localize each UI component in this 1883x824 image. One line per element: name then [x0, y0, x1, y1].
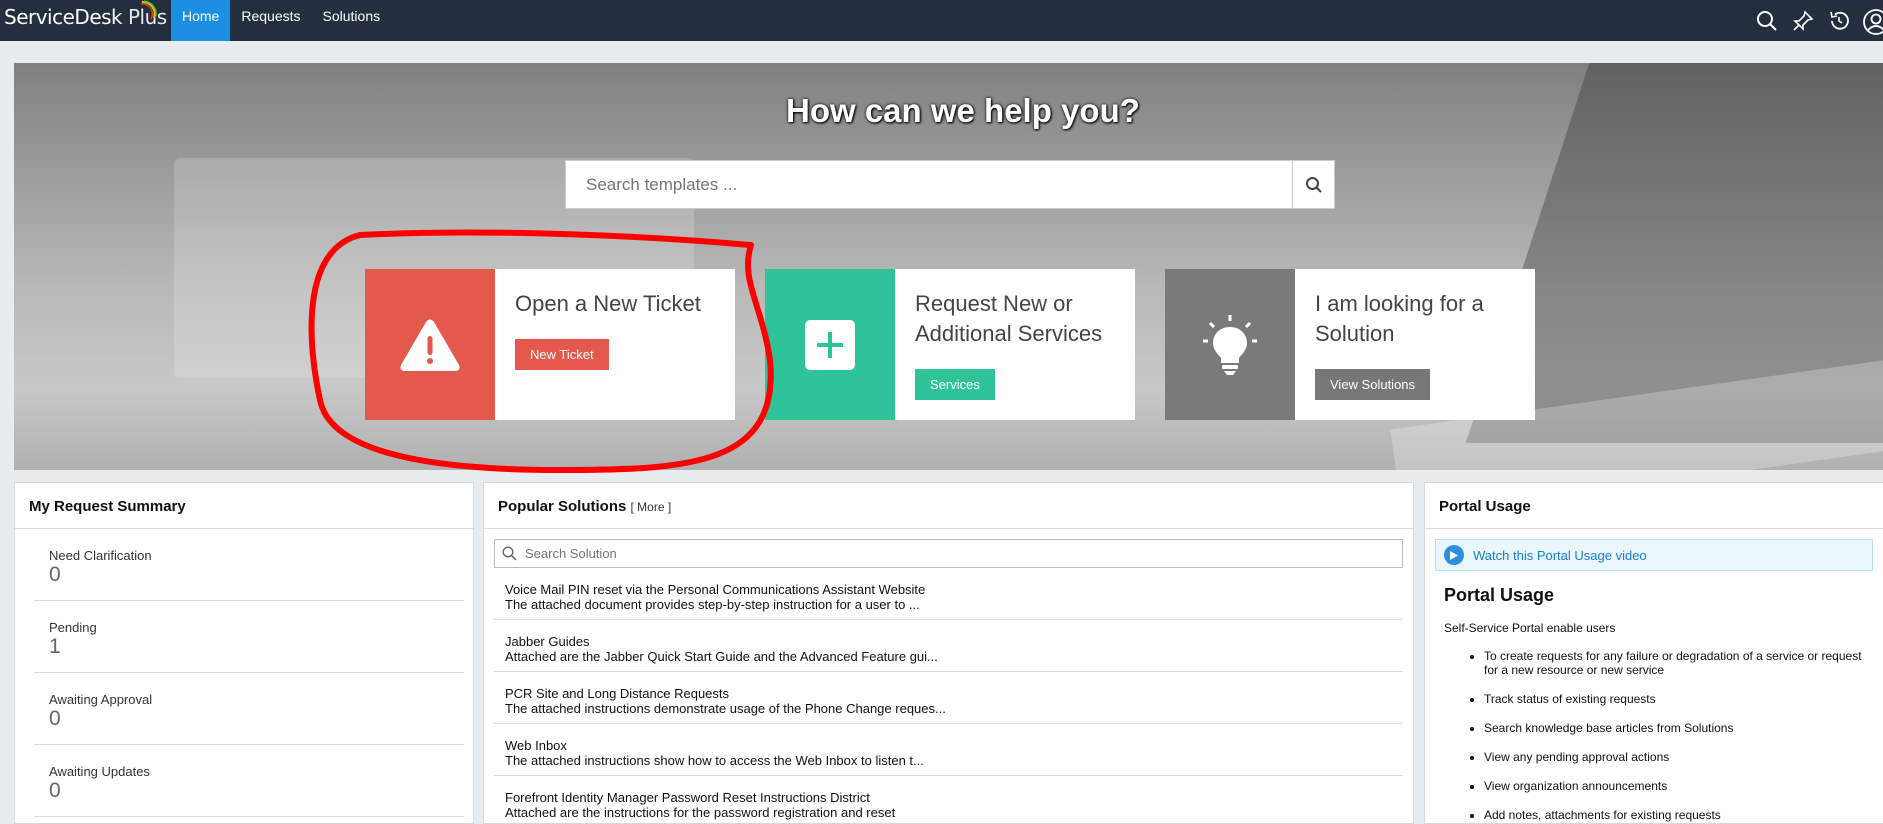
summary-label: Awaiting Updates: [49, 764, 150, 779]
solution-title[interactable]: Jabber Guides: [505, 634, 1403, 649]
request-summary-panel: My Request Summary Need Clarification 0 …: [14, 482, 474, 824]
hero-banner: How can we help you? Open a New Ticket N…: [14, 63, 1883, 470]
portal-usage-bullet: Add notes, attachments for existing requ…: [1484, 808, 1883, 822]
solution-desc: The attached document provides step-by-s…: [505, 597, 920, 612]
logo-arc-icon: [140, 0, 157, 20]
solution-item[interactable]: Jabber Guides Attached are the Jabber Qu…: [494, 620, 1403, 672]
summary-value: 0: [49, 779, 61, 802]
panel-title: Portal Usage: [1425, 483, 1883, 529]
solution-item[interactable]: Forefront Identity Manager Password Rese…: [494, 776, 1403, 823]
portal-usage-panel: Portal Usage Watch this Portal Usage vid…: [1424, 482, 1883, 824]
solution-desc: Attached are the instructions for the pa…: [505, 805, 896, 820]
services-button[interactable]: Services: [915, 369, 995, 400]
template-search-button[interactable]: [1292, 161, 1334, 208]
card-request-services[interactable]: Request New or Additional Services Servi…: [765, 269, 1135, 420]
summary-value: 1: [49, 635, 61, 658]
portal-usage-bullet: View any pending approval actions: [1484, 750, 1883, 764]
main-nav: Home Requests Solutions: [171, 0, 391, 41]
card-title-line2: Solution: [1315, 321, 1395, 346]
solution-search: [494, 539, 1403, 568]
top-icons: [1743, 0, 1883, 41]
portal-usage-bullet: Track status of existing requests: [1484, 692, 1883, 706]
card-title-line1: I am looking for a: [1315, 291, 1484, 316]
history-icon[interactable]: [1827, 9, 1851, 33]
logo-text: ServiceDesk: [4, 5, 123, 29]
card-icon-block: [1165, 269, 1295, 420]
view-solutions-button[interactable]: View Solutions: [1315, 369, 1431, 400]
panel-title-text: Popular Solutions: [498, 498, 627, 515]
card-title: Request New or Additional Services: [915, 289, 1102, 349]
card-title-line2: Additional Services: [915, 321, 1103, 346]
solution-title[interactable]: PCR Site and Long Distance Requests: [505, 686, 1403, 701]
solution-item[interactable]: PCR Site and Long Distance Requests The …: [494, 672, 1403, 724]
summary-value: 0: [49, 563, 61, 586]
popular-solutions-panel: Popular Solutions [ More ] Voice Mail PI…: [483, 482, 1414, 824]
lightbulb-icon: [1203, 314, 1257, 375]
portal-usage-heading: Portal Usage: [1444, 585, 1555, 605]
solution-desc: The attached instructions demonstrate us…: [505, 701, 946, 716]
solution-title[interactable]: Forefront Identity Manager Password Rese…: [505, 790, 1403, 805]
hero-title: How can we help you?: [786, 92, 1140, 129]
portal-usage-list: To create requests for any failure or de…: [1484, 649, 1883, 822]
panel-title: My Request Summary: [15, 483, 473, 529]
solution-title[interactable]: Voice Mail PIN reset via the Personal Co…: [505, 582, 1403, 597]
user-icon[interactable]: [1863, 8, 1883, 35]
summary-label: Need Clarification: [49, 548, 152, 563]
portal-video-bar[interactable]: Watch this Portal Usage video: [1435, 539, 1873, 571]
nav-solutions[interactable]: Solutions: [312, 0, 392, 41]
portal-usage-bullet: To create requests for any failure or de…: [1484, 649, 1883, 677]
top-navbar: ServiceDesk Plus Home Requests Solutions: [0, 0, 1883, 41]
portal-usage-subtitle: Self-Service Portal enable users: [1444, 621, 1616, 635]
template-search-input[interactable]: [566, 161, 1293, 208]
summary-label: Awaiting Approval: [49, 692, 153, 707]
solution-search-input[interactable]: [525, 540, 1385, 567]
summary-item[interactable]: Awaiting Approval 0: [34, 673, 464, 745]
search-icon[interactable]: [1755, 9, 1779, 33]
summary-label: Pending: [49, 620, 97, 635]
solution-title[interactable]: Web Inbox: [505, 738, 1403, 753]
nav-home[interactable]: Home: [171, 0, 231, 41]
summary-item[interactable]: Need Clarification 0: [34, 529, 464, 601]
search-icon: [1305, 176, 1322, 193]
card-find-solution[interactable]: I am looking for a Solution View Solutio…: [1165, 269, 1535, 420]
summary-item[interactable]: Awaiting Updates 0: [34, 745, 464, 817]
play-icon[interactable]: [1444, 545, 1464, 565]
portal-usage-bullet: View organization announcements: [1484, 779, 1883, 793]
card-title-line1: Request New or: [915, 291, 1073, 316]
red-annotation-circle: [308, 229, 774, 474]
nav-requests[interactable]: Requests: [230, 0, 311, 41]
plus-icon: [805, 319, 855, 370]
summary-item[interactable]: Pending 1: [34, 601, 464, 673]
card-icon-block: [765, 269, 895, 420]
solution-desc: The attached instructions show how to ac…: [505, 753, 924, 768]
solution-desc: Attached are the Jabber Quick Start Guid…: [505, 649, 938, 664]
more-link[interactable]: [ More ]: [631, 500, 672, 514]
panel-title: Popular Solutions [ More ]: [484, 483, 1413, 529]
summary-value: 0: [49, 707, 61, 730]
card-title: I am looking for a Solution: [1315, 289, 1484, 349]
pin-icon[interactable]: [1791, 9, 1815, 33]
search-icon: [502, 546, 517, 561]
portal-usage-bullet: Search knowledge base articles from Solu…: [1484, 721, 1883, 735]
solution-item[interactable]: Voice Mail PIN reset via the Personal Co…: [494, 568, 1403, 620]
template-search: [565, 160, 1335, 209]
portal-video-link[interactable]: Watch this Portal Usage video: [1473, 548, 1647, 563]
solution-item[interactable]: Web Inbox The attached instructions show…: [494, 724, 1403, 776]
